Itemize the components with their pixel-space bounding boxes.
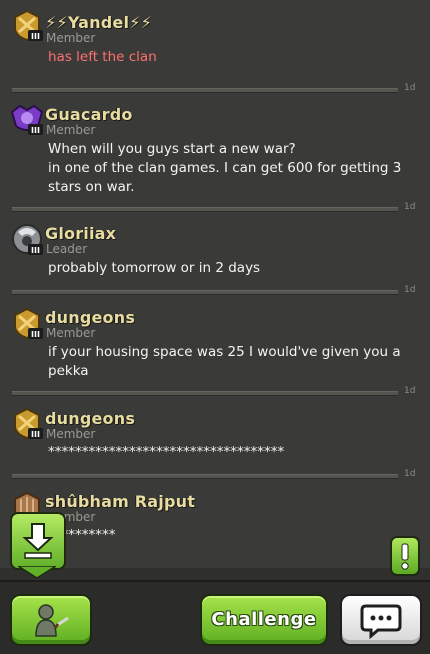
gold-clan-badge-icon[interactable]: III	[10, 406, 44, 440]
clan-chat-panel[interactable]: III ⚡⚡Yandel⚡⚡ Member has left the clan …	[0, 0, 430, 580]
message-age: 1d	[404, 469, 416, 479]
sender-name[interactable]: Gloriiax	[45, 224, 116, 243]
sender-name[interactable]: dungeons	[45, 308, 135, 327]
sender-role: Member	[46, 31, 96, 45]
divider	[12, 391, 398, 396]
sender-role: Member	[46, 326, 96, 340]
sender-role: Member	[46, 123, 96, 137]
speech-bubble-icon	[360, 604, 402, 640]
message-age: 1d	[404, 83, 416, 93]
message-text: if your housing space was 25 I would've …	[48, 344, 405, 379]
sender-name[interactable]: ⚡⚡Yandel⚡⚡	[45, 13, 152, 32]
gold-clan-badge-icon[interactable]: III	[10, 8, 44, 42]
svg-text:III: III	[31, 430, 40, 439]
svg-text:III: III	[31, 32, 40, 41]
message-age: 1d	[404, 386, 416, 396]
purple-clan-badge-icon[interactable]: III	[10, 102, 44, 136]
divider	[12, 88, 398, 93]
divider	[12, 290, 398, 295]
chat-bottom-fade	[0, 568, 430, 580]
svg-text:III: III	[31, 246, 40, 255]
sender-name[interactable]: Guacardo	[45, 105, 133, 124]
bottom-toolbar: Challenge	[0, 580, 430, 654]
event-text: has left the clan	[48, 49, 157, 65]
download-pointer	[18, 566, 56, 578]
svg-text:III: III	[31, 330, 40, 339]
download-arrow-icon	[22, 523, 54, 559]
barbarian-icon	[35, 604, 69, 637]
message-text: When will you guys start a new war? in o…	[48, 141, 402, 195]
svg-text:III: III	[31, 126, 40, 135]
sender-role: Leader	[46, 242, 88, 256]
message-age: 1d	[404, 202, 416, 212]
divider	[12, 207, 398, 212]
message-text: **********	[48, 527, 116, 543]
silver-clan-badge-icon[interactable]: III	[10, 222, 44, 256]
chat-button[interactable]	[340, 594, 422, 646]
gold-clan-badge-icon[interactable]: III	[10, 306, 44, 340]
exclamation-icon	[401, 543, 409, 570]
troops-button[interactable]	[10, 594, 92, 646]
message-age: 1d	[404, 285, 416, 295]
alert-button[interactable]	[390, 536, 420, 576]
challenge-label: Challenge	[211, 609, 317, 630]
challenge-button[interactable]: Challenge	[200, 594, 328, 646]
message-text: ***********************************	[48, 444, 285, 460]
download-button[interactable]	[10, 512, 66, 570]
sender-role: Member	[46, 427, 96, 441]
divider	[12, 474, 398, 479]
sender-name[interactable]: shûbham Rajput	[45, 492, 195, 511]
sender-name[interactable]: dungeons	[45, 409, 135, 428]
message-text: probably tomorrow or in 2 days	[48, 260, 261, 276]
